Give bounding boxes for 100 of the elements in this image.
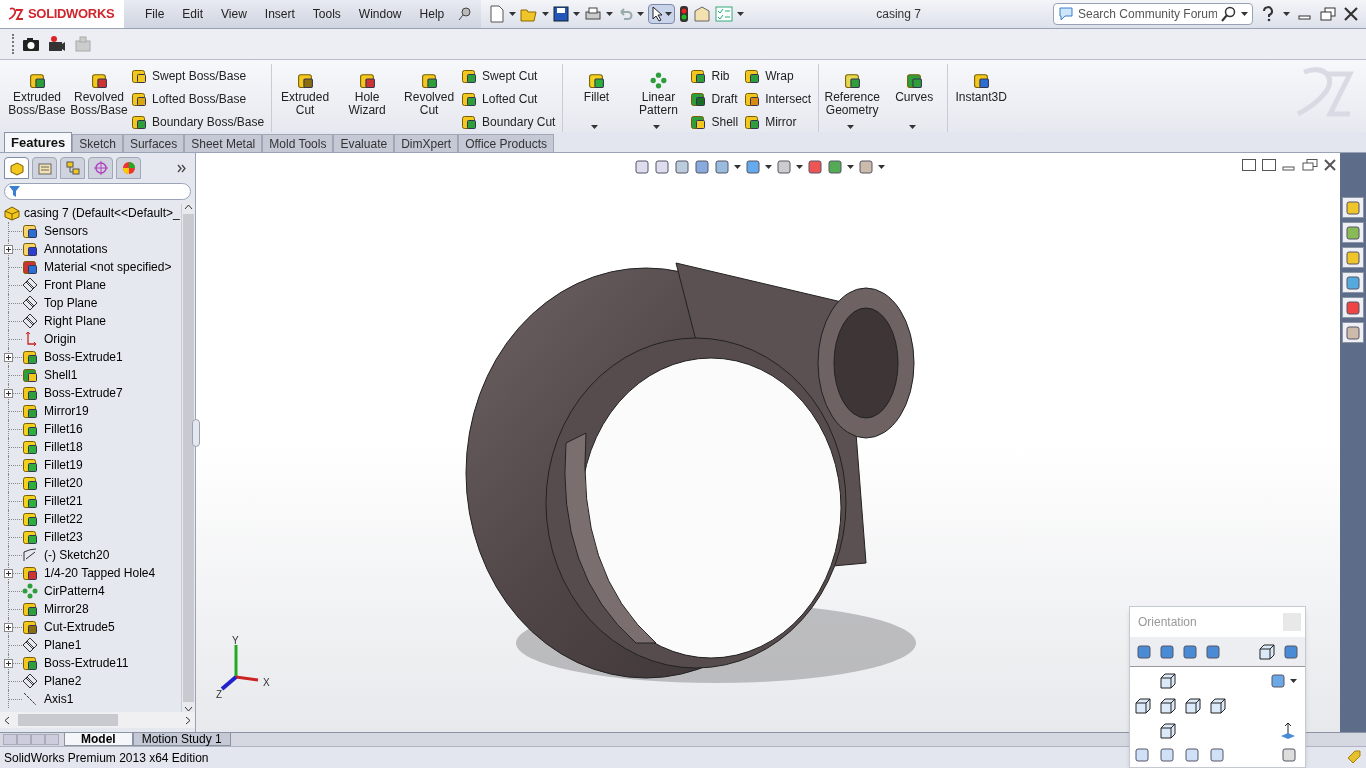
traffic-light-icon[interactable]	[679, 5, 690, 23]
menu-item[interactable]: View	[212, 5, 256, 23]
caret-icon[interactable]	[1283, 12, 1290, 16]
scrollbar-thumb[interactable]	[18, 714, 118, 726]
command-button[interactable]: Boundary Cut	[461, 113, 556, 131]
back-view-icon[interactable]	[1209, 697, 1227, 715]
tree-item[interactable]: Material <not specified>	[44, 258, 172, 276]
view-selector-icon[interactable]	[1258, 642, 1276, 661]
panel-collapse-handle[interactable]	[192, 419, 200, 447]
command-button[interactable]: Mirror	[744, 113, 812, 131]
close-icon[interactable]	[1344, 7, 1358, 21]
command-button[interactable]: Instant3D	[951, 64, 1012, 130]
tree-item[interactable]: Front Plane	[44, 276, 107, 294]
tree-item[interactable]: Top Plane	[44, 294, 98, 312]
checklist-icon[interactable]	[715, 6, 734, 22]
command-button[interactable]: Curves	[884, 64, 945, 130]
tree-item[interactable]: Fillet23	[44, 528, 83, 546]
caret-icon[interactable]	[606, 12, 614, 16]
command-button[interactable]: Revolved Cut	[399, 64, 460, 130]
menu-item[interactable]: File	[136, 5, 174, 23]
tree-item[interactable]: Plane1	[44, 636, 82, 654]
tree-item[interactable]: Fillet22	[44, 510, 83, 528]
caret-icon[interactable]	[737, 12, 745, 16]
split-right-icon[interactable]	[1262, 159, 1276, 171]
tree-item[interactable]: Fillet19	[44, 456, 83, 474]
help-icon[interactable]	[1261, 6, 1275, 22]
caret-icon[interactable]	[796, 165, 803, 169]
menu-item[interactable]: Tools	[303, 5, 350, 23]
front-view-icon[interactable]	[1159, 697, 1177, 715]
tree-item[interactable]: Boss-Extrude7	[44, 384, 123, 402]
casing-model-drawing[interactable]	[465, 262, 916, 683]
tree-item[interactable]: Right Plane	[44, 312, 107, 330]
caret-icon[interactable]	[637, 12, 645, 16]
command-button[interactable]: Rib	[690, 67, 739, 85]
normal-to-icon[interactable]	[1279, 722, 1297, 740]
command-tab[interactable]: Sheet Metal	[184, 134, 263, 152]
command-button[interactable]: Revolved Boss/Base	[69, 64, 129, 130]
command-button[interactable]: Swept Cut	[461, 67, 556, 85]
tree-item[interactable]: Annotations	[44, 240, 108, 258]
command-tab[interactable]: Mold Tools	[262, 134, 334, 152]
crosshair-tab[interactable]	[88, 157, 113, 179]
expand-icon[interactable]	[4, 244, 13, 254]
caret-icon[interactable]	[765, 165, 772, 169]
command-button[interactable]: Lofted Boss/Base	[131, 90, 265, 108]
menu-item[interactable]: Edit	[173, 5, 213, 23]
expand-icon[interactable]	[177, 163, 187, 173]
tree-item[interactable]: Mirror19	[44, 402, 89, 420]
left-view-icon[interactable]	[1134, 697, 1152, 715]
command-button[interactable]: Intersect	[744, 90, 812, 108]
vertical-scrollbar[interactable]	[181, 204, 195, 712]
caret-icon[interactable]	[653, 125, 661, 129]
search-icon[interactable]	[1221, 6, 1237, 22]
tree-item[interactable]: 1/4-20 Tapped Hole4	[44, 564, 156, 582]
scrollbar-thumb[interactable]	[183, 214, 194, 702]
command-button[interactable]: Fillet	[566, 64, 627, 130]
tree-item[interactable]: Shell1	[44, 366, 78, 384]
tree-item[interactable]: Fillet18	[44, 438, 83, 456]
right-view-icon[interactable]	[1184, 697, 1202, 715]
tree-item[interactable]: Plane2	[44, 672, 82, 690]
expand-icon[interactable]	[4, 622, 13, 632]
top-view-icon[interactable]	[1159, 672, 1177, 690]
command-tab[interactable]: Sketch	[72, 134, 123, 152]
command-button[interactable]: Reference Geometry	[822, 64, 883, 130]
bottom-view-icon[interactable]	[1159, 722, 1177, 740]
video-camera-icon[interactable]	[48, 35, 66, 53]
tree-item[interactable]: Fillet21	[44, 492, 83, 510]
caret-icon[interactable]	[909, 125, 917, 129]
filter-field[interactable]	[4, 183, 191, 200]
caret-icon[interactable]	[847, 125, 855, 129]
expand-icon[interactable]	[4, 568, 13, 578]
expand-icon[interactable]	[4, 352, 13, 362]
tree-item[interactable]: Mirror28	[44, 600, 89, 618]
tree-item[interactable]: Origin	[44, 330, 76, 348]
command-tab[interactable]: DimXpert	[394, 134, 459, 152]
appearance-tab[interactable]	[116, 157, 141, 179]
caret-icon[interactable]	[573, 12, 581, 16]
feature-tree-tab[interactable]	[4, 157, 29, 179]
caret-icon[interactable]	[509, 12, 517, 16]
caret-icon[interactable]	[542, 12, 550, 16]
close-icon[interactable]	[1324, 159, 1336, 171]
tree-item[interactable]: Fillet20	[44, 474, 83, 492]
scroll-down-icon[interactable]	[184, 706, 193, 712]
caret-icon[interactable]	[878, 165, 885, 169]
scroll-up-icon[interactable]	[184, 204, 193, 210]
split-left-icon[interactable]	[1242, 159, 1256, 171]
tree-item[interactable]: Fillet16	[44, 420, 83, 438]
select-button[interactable]	[648, 4, 676, 24]
tree-item[interactable]: Boss-Extrude1	[44, 348, 123, 366]
restore-icon[interactable]	[1302, 159, 1318, 171]
menu-item[interactable]: Window	[349, 5, 411, 23]
caret-icon[interactable]	[591, 125, 599, 129]
caret-icon[interactable]	[1290, 679, 1297, 683]
menu-item[interactable]: Help	[410, 5, 454, 23]
tree-item[interactable]: CirPattern4	[44, 582, 105, 600]
caret-icon[interactable]	[1241, 12, 1248, 16]
command-button[interactable]: Swept Boss/Base	[131, 67, 265, 85]
restore-icon[interactable]	[1320, 7, 1336, 21]
search-field[interactable]: Search Community Forum	[1053, 3, 1253, 25]
command-tab[interactable]: Features	[4, 132, 73, 152]
new-document-icon[interactable]	[489, 5, 506, 23]
